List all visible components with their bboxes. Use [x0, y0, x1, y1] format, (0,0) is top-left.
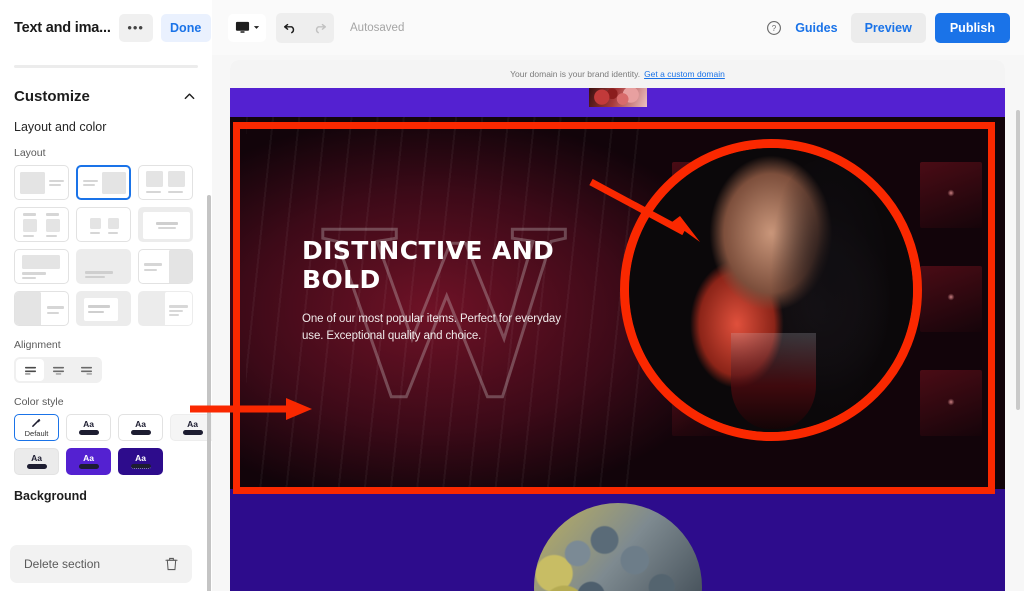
hero-text-block: DISTINCTIVE AND BOLD One of our most pop…	[302, 236, 572, 346]
page-title: Text and ima...	[14, 19, 111, 36]
layout-option-text-left-image-right[interactable]	[76, 165, 131, 200]
layout-and-color-label: Layout and color	[14, 120, 107, 134]
color-style-white-dark-2[interactable]: Aa	[118, 414, 163, 441]
color-swatch-aa-label: Aa	[31, 452, 42, 463]
layout-option-overlay-text-right[interactable]	[138, 291, 193, 326]
domain-banner: Your domain is your brand identity. Get …	[230, 60, 1005, 88]
question-circle-icon[interactable]: ?	[766, 20, 782, 36]
device-preview-selector[interactable]	[228, 13, 266, 42]
layout-options-grid	[0, 165, 212, 326]
trash-bin-icon	[165, 557, 178, 571]
get-custom-domain-link[interactable]: Get a custom domain	[644, 69, 725, 79]
alignment-button-group	[14, 357, 102, 383]
color-style-light-grey[interactable]: Aa	[170, 414, 212, 441]
toolbar-left-group: Text and ima... ••• Done	[0, 0, 212, 55]
redo-button[interactable]	[305, 13, 334, 43]
color-swatch-bar	[130, 430, 151, 436]
page-editor-screen: Text and ima... ••• Done Autosaved ? Gui…	[0, 0, 1024, 591]
toolbar-right-group: ? Guides Preview Publish	[766, 12, 1024, 43]
color-style-violet[interactable]: Aa	[66, 448, 111, 475]
customize-header[interactable]: Customize	[0, 68, 212, 105]
delete-section-label: Delete section	[24, 557, 101, 571]
sidebar-scrollbar[interactable]	[207, 195, 211, 591]
woman-with-wine-glass-image	[629, 148, 913, 432]
text-and-image-section[interactable]: W DISTINCTIVE AND BOLD One of our most p…	[230, 117, 1005, 489]
color-style-label: Color style	[14, 396, 64, 408]
align-right-button[interactable]	[72, 359, 100, 381]
chevron-down-icon	[253, 26, 259, 29]
layout-option-full-bleed-text-bottom[interactable]	[76, 249, 131, 284]
customize-sidebar: Customize Layout and color Layout Alignm…	[0, 55, 212, 591]
color-swatch-bar	[130, 464, 151, 470]
color-swatch-bar	[182, 430, 203, 436]
band-thumbnail-image	[588, 88, 647, 107]
color-style-default-label: Default	[24, 428, 49, 438]
layout-label: Layout	[14, 147, 46, 159]
color-style-dark-purple[interactable]: Aa	[118, 448, 163, 475]
desktop-monitor-icon	[235, 21, 249, 33]
color-style-grey[interactable]: Aa	[14, 448, 59, 475]
domain-banner-text: Your domain is your brand identity.	[510, 69, 641, 79]
autosaved-status: Autosaved	[350, 21, 405, 34]
delete-section-button[interactable]: Delete section	[10, 545, 192, 583]
background-label: Background	[14, 489, 87, 503]
layout-option-centered-card[interactable]	[138, 207, 193, 242]
toolbar-center-group: Autosaved	[212, 12, 405, 43]
preview-button[interactable]: Preview	[850, 12, 926, 43]
color-swatch-aa-label: Aa	[135, 418, 146, 429]
color-swatch-bar	[78, 464, 99, 470]
color-swatch-aa-label: Aa	[83, 418, 94, 429]
svg-text:?: ?	[772, 24, 777, 33]
color-swatch-aa-label: Aa	[135, 452, 146, 463]
alignment-label: Alignment	[14, 339, 61, 351]
align-left-icon	[24, 366, 36, 375]
done-button[interactable]: Done	[160, 13, 211, 42]
align-center-icon	[52, 366, 64, 375]
redo-arrow-icon	[315, 23, 327, 34]
publish-button[interactable]: Publish	[934, 12, 1010, 43]
color-style-grid: Default Aa Aa Aa Aa Aa Aa	[0, 414, 212, 475]
hero-heading[interactable]: DISTINCTIVE AND BOLD	[302, 236, 572, 294]
layout-option-image-top-text-bottom[interactable]	[14, 249, 69, 284]
circular-image[interactable]	[620, 139, 922, 441]
layout-option-panel-left-text-right[interactable]	[14, 291, 69, 326]
blueberries-circle-image	[533, 503, 702, 591]
layout-option-image-left-text-right[interactable]	[14, 165, 69, 200]
magic-wand-icon	[32, 418, 41, 427]
undo-button[interactable]	[276, 13, 305, 43]
bottom-purple-section[interactable]	[230, 489, 1005, 591]
color-style-default[interactable]: Default	[14, 414, 59, 441]
color-swatch-bar	[78, 430, 99, 436]
layout-option-two-small-blocks[interactable]	[76, 207, 131, 242]
customize-title: Customize	[14, 88, 90, 105]
align-right-icon	[80, 366, 92, 375]
color-swatch-aa-label: Aa	[187, 418, 198, 429]
layout-option-text-left-panel-right[interactable]	[138, 249, 193, 284]
layout-option-two-column-images[interactable]	[138, 165, 193, 200]
undo-arrow-icon	[283, 23, 295, 34]
site-preview-canvas: Your domain is your brand identity. Get …	[212, 55, 1024, 591]
color-style-white-dark[interactable]: Aa	[66, 414, 111, 441]
layout-option-two-column-captions[interactable]	[14, 207, 69, 242]
layout-option-card-text-center[interactable]	[76, 291, 131, 326]
align-left-button[interactable]	[16, 359, 44, 381]
color-swatch-aa-label: Aa	[83, 452, 94, 463]
wine-glass	[731, 332, 817, 430]
hero-body-text[interactable]: One of our most popular items. Perfect f…	[302, 311, 572, 346]
site-frame: Your domain is your brand identity. Get …	[230, 60, 1005, 591]
canvas-scrollbar[interactable]	[1016, 110, 1020, 410]
undo-redo-group	[276, 12, 334, 43]
top-purple-section[interactable]	[230, 88, 1005, 117]
color-swatch-bar	[26, 464, 47, 470]
chevron-up-icon[interactable]	[183, 90, 196, 103]
align-center-button[interactable]	[44, 359, 72, 381]
top-toolbar: Text and ima... ••• Done Autosaved ? Gui…	[0, 0, 1024, 55]
guides-link[interactable]: Guides	[791, 21, 841, 35]
more-options-button[interactable]: •••	[118, 13, 153, 42]
